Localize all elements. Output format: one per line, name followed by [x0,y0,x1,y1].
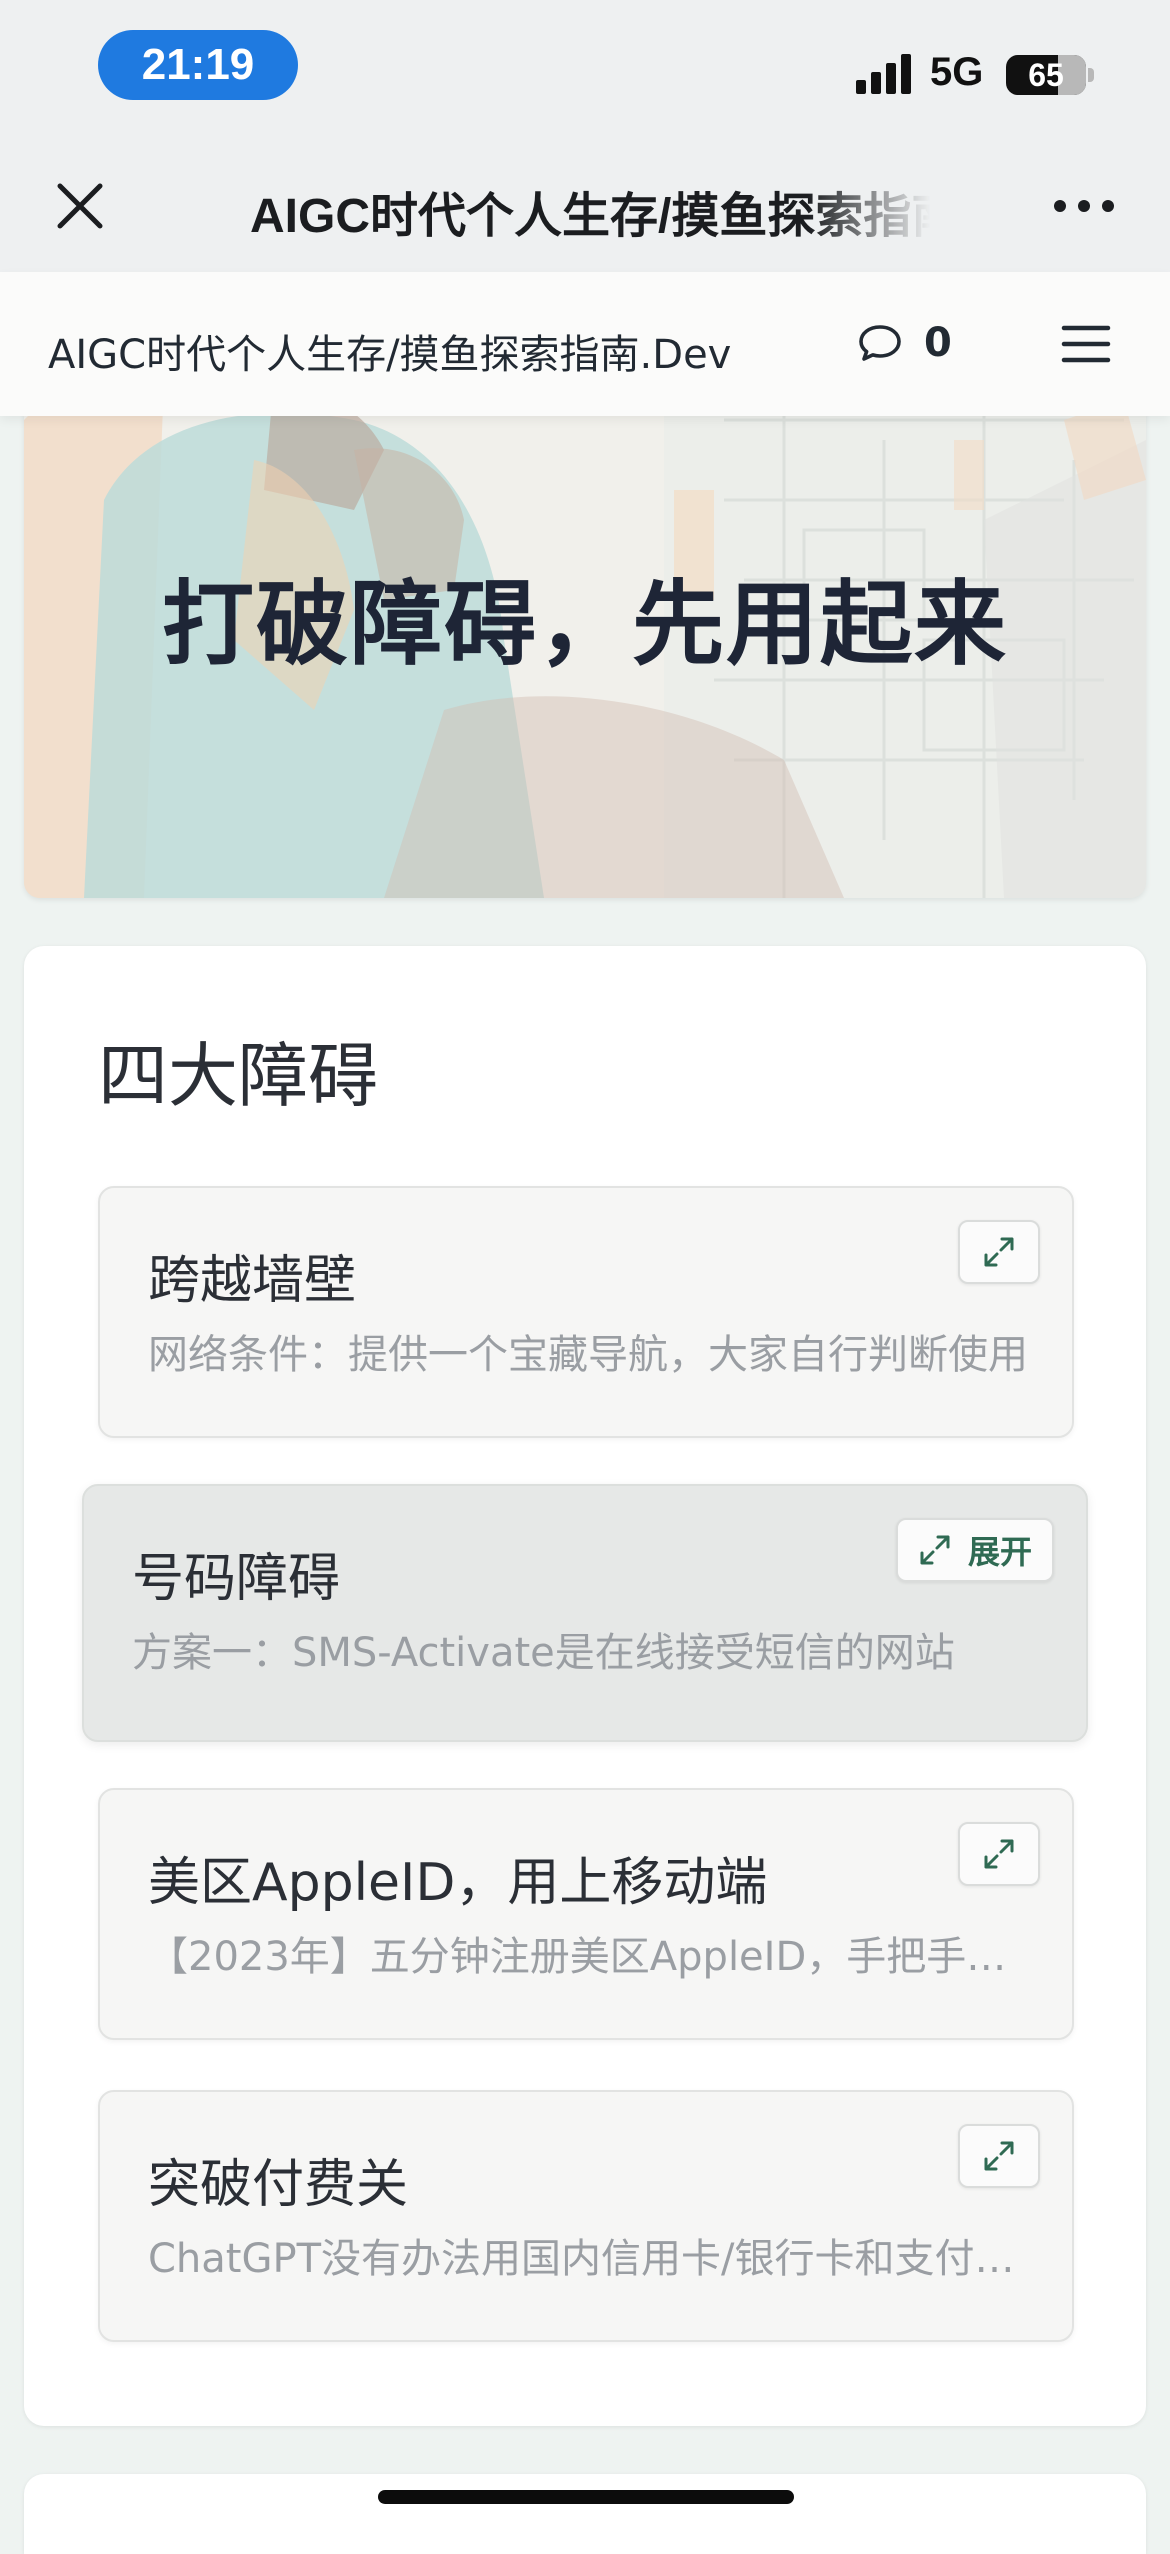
browser-nav-bar: AIGC时代个人生存/摸鱼探索指南.Dev [0,140,1170,272]
expand-icon [984,1839,1014,1869]
network-type: 5G [930,50,984,94]
item-title: 美区AppleID，用上移动端 [148,1853,768,1913]
expand-icon [920,1535,950,1565]
list-item[interactable]: 美区AppleID，用上移动端 【2023年】五分钟注册美区AppleID，手把… [98,1788,1074,2040]
cellular-signal-icon [856,54,911,94]
battery-level: 65 [1028,56,1064,93]
expand-button[interactable] [958,2124,1040,2188]
item-description: 网络条件：提供一个宝藏导航，大家自行判断使用 [148,1332,1028,1378]
status-time: 21:19 [98,30,298,100]
hero-banner: 打破障碍，先用起来 [24,380,1146,898]
comment-count: 0 [924,320,952,366]
list-item[interactable]: 跨越墙壁 网络条件：提供一个宝藏导航，大家自行判断使用 [98,1186,1074,1438]
comment-button[interactable]: 0 [856,318,952,368]
close-icon[interactable] [52,178,108,234]
item-description: 方案一：SMS-Activate是在线接受短信的网站 [132,1630,955,1676]
expand-icon [984,1237,1014,1267]
expand-icon [984,2141,1014,2171]
menu-icon[interactable] [1060,320,1112,368]
site-header: AIGC时代个人生存/摸鱼探索指南.Dev 0 [0,272,1170,416]
expand-button[interactable] [958,1220,1040,1284]
battery-nub [1088,68,1094,82]
expand-button[interactable] [958,1822,1040,1886]
home-indicator[interactable] [378,2490,794,2504]
obstacles-card: 四大障碍 跨越墙壁 网络条件：提供一个宝藏导航，大家自行判断使用 号码障碍 方案… [24,946,1146,2426]
list-item[interactable]: 突破付费关 ChatGPT没有办法用国内信用卡/银行卡和支付宝付费 [98,2090,1074,2342]
item-title: 号码障碍 [132,1549,341,1609]
next-card [24,2474,1146,2554]
page-title: AIGC时代个人生存/摸鱼探索指南.Dev [250,190,930,240]
item-description: 【2023年】五分钟注册美区AppleID，手把手教程 [148,1934,1028,1980]
battery-icon: 65 [1006,55,1086,95]
list-item[interactable]: 号码障碍 方案一：SMS-Activate是在线接受短信的网站 展开 [82,1484,1088,1742]
hero-heading: 打破障碍，先用起来 [161,571,1008,678]
item-title: 跨越墙壁 [148,1251,357,1311]
item-title: 突破付费关 [148,2155,409,2215]
status-bar: 21:19 5G 65 [0,0,1170,140]
more-icon[interactable] [1052,192,1116,220]
expand-button[interactable]: 展开 [895,1518,1054,1582]
expand-label: 展开 [967,1533,1032,1571]
comment-icon [859,325,901,361]
site-title[interactable]: AIGC时代个人生存/摸鱼探索指南.Dev [48,322,731,380]
item-description: ChatGPT没有办法用国内信用卡/银行卡和支付宝付费 [148,2236,1028,2282]
section-title: 四大障碍 [98,1035,378,1117]
